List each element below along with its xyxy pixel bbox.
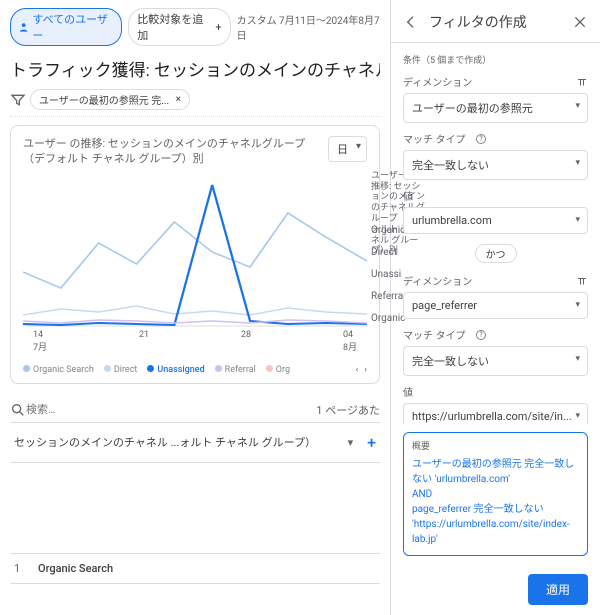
delete-icon[interactable]	[576, 275, 588, 287]
dimension-select-1[interactable]: ユーザーの最初の参照元	[403, 93, 588, 123]
legend-prev[interactable]: ‹	[356, 365, 359, 375]
summary-box: 概要 ユーザーの最初の参照元 完全一致しない 'urlumbrella.com'…	[403, 432, 588, 557]
match-label-2: マッチ タイプ	[403, 327, 465, 342]
granularity-select[interactable]: 日	[328, 136, 367, 162]
value-input-2[interactable]: https://urlumbrella.com/site/in...	[403, 403, 588, 424]
back-icon[interactable]	[403, 14, 419, 30]
apply-button[interactable]: 適用	[528, 574, 588, 605]
date-range[interactable]: カスタム 7月11日～2024年8月7日	[237, 12, 380, 42]
dim-label: ディメンション	[403, 74, 472, 89]
and-badge: かつ	[475, 244, 517, 263]
legend-next[interactable]: ›	[364, 365, 367, 375]
legend: Organic Search Direct Unassigned Referra…	[23, 365, 367, 375]
filter-icon	[10, 92, 26, 108]
add-compare-chip[interactable]: 比較対象を追加 +	[128, 8, 230, 46]
page-title: トラフィック獲得: セッションのメインのチャネル グルー	[10, 56, 380, 81]
dimension-row[interactable]: セッションのメインのチャネル ...ォルト チャネル グループ） ▾ +	[10, 423, 380, 463]
filter-panel: フィルタの作成 条件（5 個まで作成） ディメンション ユーザーの最初の参照元 …	[390, 0, 600, 615]
add-compare-label: 比較対象を追加	[137, 11, 208, 43]
dimension-row-label: セッションのメインのチャネル ...ォルト チャネル グループ）	[14, 434, 348, 450]
line-chart	[23, 177, 367, 327]
filter-chip-label: ユーザーの最初の参照元 完...	[39, 92, 169, 107]
search-icon	[10, 402, 26, 418]
help-icon[interactable]: ?	[476, 134, 486, 144]
active-filter-chip[interactable]: ユーザーの最初の参照元 完... ×	[30, 89, 190, 110]
all-users-label: すべてのユーザー	[32, 11, 113, 43]
match-select-1[interactable]: 完全一致しない	[403, 150, 588, 180]
value-label: 値	[403, 188, 588, 203]
help-icon[interactable]: ?	[476, 330, 486, 340]
panel-title: フィルタの作成	[429, 12, 562, 32]
value-input-1[interactable]: urlumbrella.com	[403, 207, 588, 234]
match-select-2[interactable]: 完全一致しない	[403, 346, 588, 376]
value-label-2: 値	[403, 384, 588, 399]
match-label: マッチ タイプ	[403, 131, 465, 146]
dim-label-2: ディメンション	[403, 273, 472, 288]
chart-card: ユーザー の推移: セッションのメインのチャネルグループ（デフォルト チャネル …	[10, 125, 380, 384]
close-icon[interactable]	[572, 14, 588, 30]
panel-subtitle: 条件（5 個まで作成）	[403, 53, 588, 66]
add-dimension-icon[interactable]: +	[367, 433, 376, 452]
x-axis: 14 7月 21 28 04 8月	[23, 330, 367, 353]
delete-icon[interactable]	[576, 76, 588, 88]
chart-title: ユーザー の推移: セッションのメインのチャネルグループ（デフォルト チャネル …	[23, 136, 320, 167]
all-users-chip[interactable]: すべてのユーザー	[10, 8, 122, 46]
dimension-select-2[interactable]: page_referrer	[403, 292, 588, 319]
table-row[interactable]: 1 Organic Search	[10, 553, 380, 584]
search-input[interactable]	[26, 403, 316, 416]
pager-label: 1 ページあた	[316, 402, 380, 418]
